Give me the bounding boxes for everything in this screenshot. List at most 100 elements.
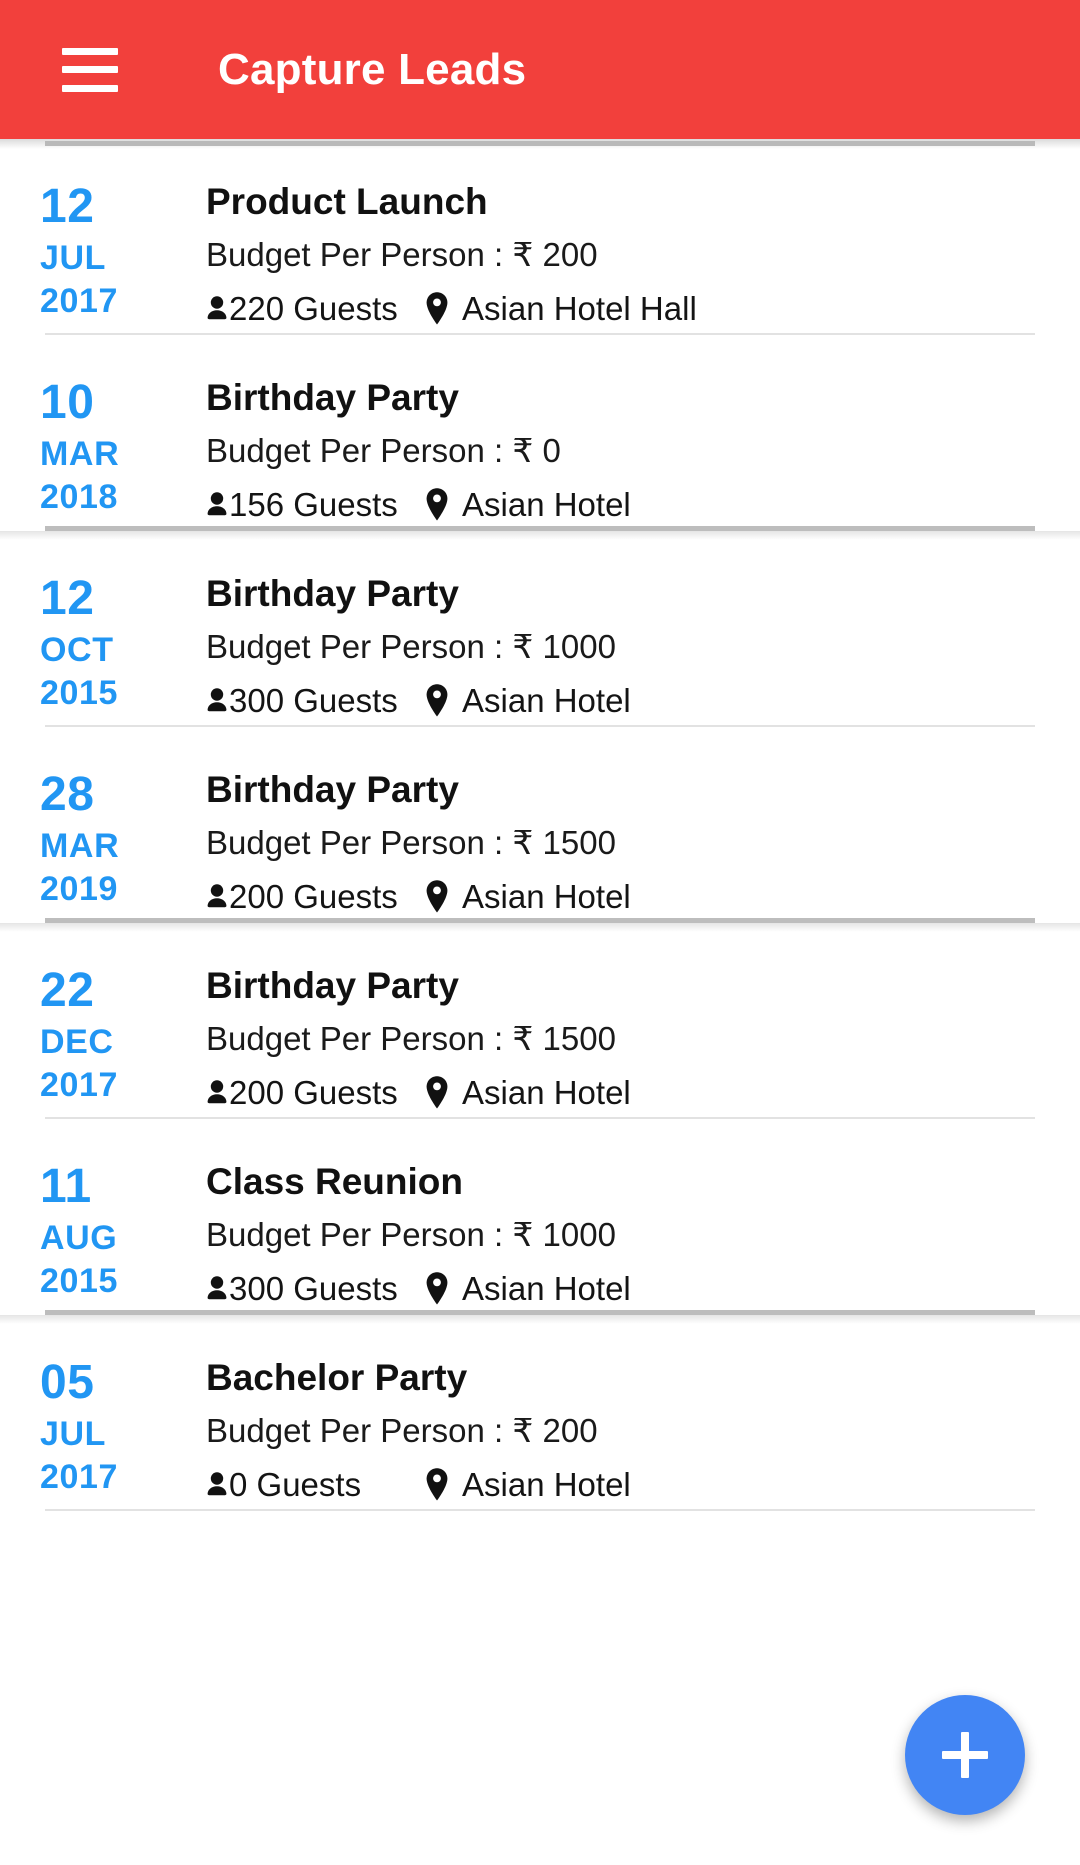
event-guests-label: 220 Guests	[229, 289, 398, 327]
event-list-item[interactable]: 12 OCT 2015 Birthday Party Budget Per Pe…	[0, 531, 1080, 727]
event-date-month: JUL	[40, 239, 107, 277]
event-info: Birthday Party Budget Per Person : ₹ 150…	[205, 967, 1080, 1109]
event-venue-label: Asian Hotel	[462, 681, 631, 719]
event-venue: Asian Hotel	[424, 683, 631, 717]
event-budget: Budget Per Person : ₹ 1000	[206, 1216, 616, 1253]
event-meta: 200 Guests Asian Hotel	[206, 879, 1080, 913]
event-meta: 156 Guests Asian Hotel	[206, 487, 1080, 521]
hamburger-bar	[62, 66, 118, 73]
event-guests: 200 Guests	[206, 1076, 424, 1109]
app-root: Capture Leads 12 JUL 2017 Product Launch…	[0, 0, 1080, 1865]
event-guests: 220 Guests	[206, 292, 424, 325]
event-date-day: 11	[40, 1160, 92, 1213]
event-date-year: 2018	[40, 478, 119, 516]
event-date-day: 22	[40, 964, 95, 1017]
event-date-month: MAR	[40, 827, 120, 865]
event-venue-label: Asian Hotel	[462, 1269, 631, 1307]
event-list-item[interactable]: 11 AUG 2015 Class Reunion Budget Per Per…	[0, 1119, 1080, 1324]
app-bar: Capture Leads	[0, 0, 1080, 139]
map-pin-icon	[424, 487, 450, 521]
plus-icon	[942, 1732, 988, 1778]
event-budget: Budget Per Person : ₹ 0	[206, 432, 561, 469]
event-list-item[interactable]: 10 MAR 2018 Birthday Party Budget Per Pe…	[0, 335, 1080, 540]
event-budget: Budget Per Person : ₹ 200	[206, 1412, 598, 1449]
event-date: 11 AUG 2015	[0, 1160, 205, 1299]
event-date-month: MAR	[40, 435, 120, 473]
add-event-fab[interactable]	[905, 1695, 1025, 1815]
event-venue: Asian Hotel	[424, 487, 631, 521]
event-guests-label: 300 Guests	[229, 681, 398, 719]
event-guests: 300 Guests	[206, 684, 424, 717]
person-icon	[206, 685, 228, 715]
event-meta: 200 Guests Asian Hotel	[206, 1075, 1080, 1109]
events-list[interactable]: 12 JUL 2017 Product Launch Budget Per Pe…	[0, 139, 1080, 1865]
event-date-day: 05	[40, 1356, 95, 1409]
event-date: 12 OCT 2015	[0, 575, 205, 712]
event-venue-label: Asian Hotel	[462, 877, 631, 915]
event-guests-label: 156 Guests	[229, 485, 398, 523]
event-guests-label: 0 Guests	[229, 1465, 362, 1503]
event-date-year: 2015	[40, 674, 119, 712]
hamburger-menu-icon[interactable]	[62, 47, 118, 92]
map-pin-icon	[424, 291, 450, 325]
event-budget: Budget Per Person : ₹ 1000	[206, 628, 616, 665]
event-title: Birthday Party	[206, 377, 459, 418]
event-date-month: AUG	[40, 1219, 118, 1257]
map-pin-icon	[424, 1271, 450, 1305]
event-date: 05 JUL 2017	[0, 1356, 205, 1496]
person-icon	[206, 1273, 228, 1303]
hamburger-bar	[62, 84, 118, 92]
map-pin-icon	[424, 1075, 450, 1109]
map-pin-icon	[424, 683, 450, 717]
event-venue: Asian Hotel Hall	[424, 291, 697, 325]
event-guests: 200 Guests	[206, 880, 424, 913]
event-venue-label: Asian Hotel	[462, 1465, 631, 1503]
person-icon	[206, 1469, 228, 1499]
event-venue-label: Asian Hotel	[462, 485, 631, 523]
person-icon	[206, 881, 228, 911]
event-list-item[interactable]: 28 MAR 2019 Birthday Party Budget Per Pe…	[0, 727, 1080, 932]
event-venue-label: Asian Hotel	[462, 1073, 631, 1111]
person-icon	[206, 293, 228, 323]
event-budget: Budget Per Person : ₹ 1500	[206, 824, 616, 861]
event-budget: Budget Per Person : ₹ 1500	[206, 1020, 616, 1057]
event-date-year: 2019	[40, 870, 119, 908]
event-info: Birthday Party Budget Per Person : ₹ 0 1…	[205, 379, 1080, 521]
event-venue: Asian Hotel	[424, 1271, 631, 1305]
event-info: Birthday Party Budget Per Person : ₹ 150…	[205, 771, 1080, 913]
event-info: Bachelor Party Budget Per Person : ₹ 200…	[205, 1359, 1080, 1501]
event-guests: 0 Guests	[206, 1468, 424, 1501]
event-info: Class Reunion Budget Per Person : ₹ 1000…	[205, 1163, 1080, 1305]
map-pin-icon	[424, 1467, 450, 1501]
event-date-month: JUL	[40, 1415, 107, 1453]
events-rows: 12 JUL 2017 Product Launch Budget Per Pe…	[0, 139, 1080, 1511]
event-info: Birthday Party Budget Per Person : ₹ 100…	[205, 575, 1080, 717]
event-date-day: 28	[40, 768, 95, 821]
person-icon	[206, 1077, 228, 1107]
event-budget: Budget Per Person : ₹ 200	[206, 236, 598, 273]
event-guests-label: 200 Guests	[229, 877, 398, 915]
event-date-day: 10	[40, 376, 95, 429]
event-venue: Asian Hotel	[424, 1075, 631, 1109]
event-info: Product Launch Budget Per Person : ₹ 200…	[205, 183, 1080, 325]
event-date-year: 2017	[40, 1458, 119, 1496]
event-list-item[interactable]: 22 DEC 2017 Birthday Party Budget Per Pe…	[0, 923, 1080, 1119]
event-guests: 156 Guests	[206, 488, 424, 521]
event-date: 12 JUL 2017	[0, 183, 205, 320]
event-date: 10 MAR 2018	[0, 376, 205, 516]
event-list-item[interactable]: 12 JUL 2017 Product Launch Budget Per Pe…	[0, 139, 1080, 335]
hamburger-bar	[62, 47, 118, 55]
event-venue: Asian Hotel	[424, 1467, 631, 1501]
event-date-month: OCT	[40, 631, 114, 669]
event-guests: 300 Guests	[206, 1272, 424, 1305]
person-icon	[206, 489, 228, 519]
event-meta: 300 Guests Asian Hotel	[206, 1271, 1080, 1305]
event-list-item[interactable]: 05 JUL 2017 Bachelor Party Budget Per Pe…	[0, 1315, 1080, 1511]
event-date-year: 2017	[40, 282, 119, 320]
event-venue-label: Asian Hotel Hall	[462, 289, 697, 327]
event-meta: 300 Guests Asian Hotel	[206, 683, 1080, 717]
event-title: Birthday Party	[206, 573, 459, 614]
event-meta: 220 Guests Asian Hotel Hall	[206, 291, 1080, 325]
page-title: Capture Leads	[218, 44, 527, 94]
event-guests-label: 300 Guests	[229, 1269, 398, 1307]
